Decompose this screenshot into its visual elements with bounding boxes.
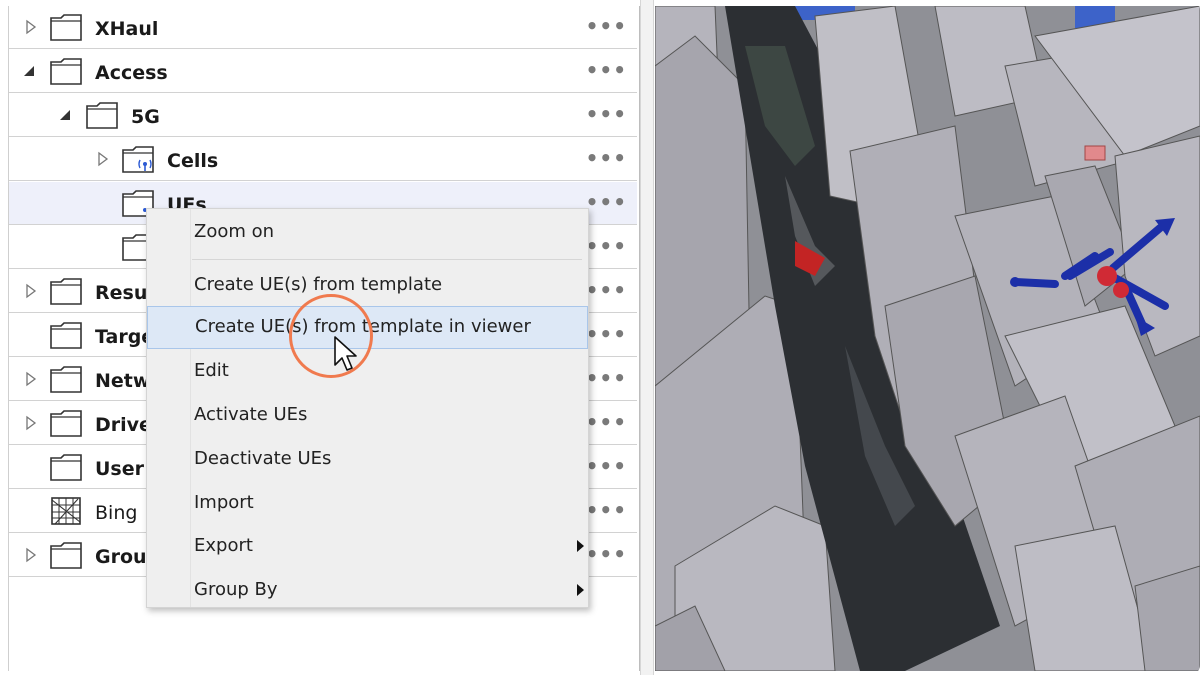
tree-row-5g[interactable]: 5G ••• <box>9 94 637 137</box>
folder-icon <box>50 278 82 305</box>
tree-row-label: Bing <box>95 502 138 524</box>
expand-triangle-icon[interactable] <box>23 19 39 35</box>
more-dots-icon[interactable]: ••• <box>586 280 627 300</box>
tree-row-label: 5G <box>131 106 160 128</box>
menu-item-label: Group By <box>194 579 278 600</box>
collapse-triangle-icon[interactable] <box>57 107 73 123</box>
tree-row-label: Netw <box>95 370 151 392</box>
3d-city-viewer[interactable] <box>655 6 1200 671</box>
more-dots-icon[interactable]: ••• <box>586 60 627 80</box>
menu-item-deactivate-ues[interactable]: Deactivate UEs <box>147 438 588 481</box>
folder-icon <box>50 454 82 481</box>
map-grid-icon <box>51 497 81 525</box>
more-dots-icon[interactable]: ••• <box>586 104 627 124</box>
folder-icon <box>50 58 82 85</box>
folder-icon <box>50 366 82 393</box>
tree-row-label: Grou <box>95 546 147 568</box>
tree-row-label: XHaul <box>95 18 159 40</box>
tree-row-access[interactable]: Access ••• <box>9 50 637 93</box>
folder-icon <box>50 410 82 437</box>
submenu-arrow-icon <box>577 540 584 552</box>
folder-icon <box>50 542 82 569</box>
expand-triangle-icon[interactable] <box>23 371 39 387</box>
tree-row-label: Access <box>95 62 168 84</box>
more-dots-icon[interactable]: ••• <box>586 236 627 256</box>
more-dots-icon[interactable]: ••• <box>586 16 627 36</box>
menu-item-label: Activate UEs <box>194 404 308 425</box>
more-dots-icon[interactable]: ••• <box>586 544 627 564</box>
more-dots-icon[interactable]: ••• <box>586 148 627 168</box>
more-dots-icon[interactable]: ••• <box>586 368 627 388</box>
menu-item-activate-ues[interactable]: Activate UEs <box>147 394 588 437</box>
menu-item-label: Create UE(s) from template <box>194 274 443 295</box>
menu-item-label: Edit <box>194 360 229 381</box>
more-dots-icon[interactable]: ••• <box>586 500 627 520</box>
expand-triangle-icon[interactable] <box>95 151 111 167</box>
collapse-triangle-icon[interactable] <box>21 63 37 79</box>
highlight-circle <box>289 294 373 378</box>
menu-item-group-by[interactable]: Group By <box>147 569 588 612</box>
menu-item-import[interactable]: Import <box>147 482 588 525</box>
expand-triangle-icon[interactable] <box>23 283 39 299</box>
menu-item-label: Deactivate UEs <box>194 448 332 469</box>
more-dots-icon[interactable]: ••• <box>586 456 627 476</box>
folder-icon <box>50 14 82 41</box>
expand-triangle-icon[interactable] <box>23 415 39 431</box>
menu-item-zoom-on[interactable]: Zoom on <box>147 211 588 254</box>
folder-icon <box>50 322 82 349</box>
menu-item-create-ues-from-template[interactable]: Create UE(s) from template <box>147 264 588 307</box>
menu-item-label: Zoom on <box>194 221 275 242</box>
tree-row-xhaul[interactable]: XHaul ••• <box>9 6 637 49</box>
city-buildings-scene <box>655 6 1200 671</box>
tree-row-label: User <box>95 458 144 480</box>
app-window: XHaul ••• Access ••• 5G ••• Cells ••• UE… <box>0 0 1200 675</box>
more-dots-icon[interactable]: ••• <box>586 324 627 344</box>
mouse-pointer-icon <box>334 336 357 371</box>
expand-triangle-icon[interactable] <box>23 547 39 563</box>
antenna-folder-icon <box>122 146 154 173</box>
tree-row-label: Drive <box>95 414 152 436</box>
tree-row-label: Cells <box>167 150 219 172</box>
menu-separator <box>192 259 582 260</box>
panel-splitter[interactable] <box>640 0 654 675</box>
folder-icon <box>86 102 118 129</box>
menu-item-label: Export <box>194 535 253 556</box>
more-dots-icon[interactable]: ••• <box>586 412 627 432</box>
context-menu: Zoom on Create UE(s) from template Creat… <box>146 208 589 608</box>
menu-item-export[interactable]: Export <box>147 525 588 568</box>
submenu-arrow-icon <box>577 584 584 596</box>
tree-row-cells[interactable]: Cells ••• <box>9 138 637 181</box>
menu-item-label: Import <box>194 492 254 513</box>
more-dots-icon[interactable]: ••• <box>586 192 627 212</box>
